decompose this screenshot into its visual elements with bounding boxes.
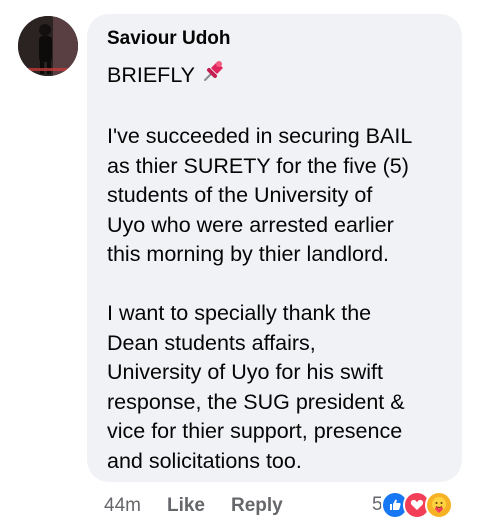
text-line: vice for thier support, presence xyxy=(107,419,403,443)
comment-paragraph-2: I want to specially thank the Dean stude… xyxy=(107,299,447,476)
care-icon xyxy=(424,491,453,519)
text-line: I've succeeded in securing BAIL xyxy=(107,124,413,148)
text-line: Uyo who were arrested earlier xyxy=(107,212,394,237)
text-line: and solicitations too. xyxy=(107,448,302,473)
comment-actions: 44m Like Reply xyxy=(104,491,283,521)
comment-timestamp[interactable]: 44m xyxy=(104,495,141,517)
text-line: I want to specially thank the xyxy=(107,301,372,325)
text-line: Dean students affairs, xyxy=(107,330,316,355)
comment-paragraph-1: I've succeeded in securing BAIL as thier… xyxy=(107,122,447,270)
comment-author[interactable]: Saviour Udoh xyxy=(107,28,231,50)
comment-text: BRIEFLY I've succeeded in securing BAIL … xyxy=(107,58,447,506)
text-line: as thier SURETY for the five (5) xyxy=(107,153,409,178)
comment-heading-line: BRIEFLY xyxy=(107,58,447,93)
text-line: University of Uyo for his swift xyxy=(107,360,383,384)
comment-heading: BRIEFLY xyxy=(107,63,196,87)
text-line: students of the University of xyxy=(107,183,373,207)
avatar[interactable] xyxy=(18,16,78,76)
text-line: response, the SUG president & xyxy=(107,389,405,414)
pushpin-icon xyxy=(201,58,227,93)
reply-button[interactable]: Reply xyxy=(231,495,283,517)
avatar-photo xyxy=(18,16,78,76)
like-button[interactable]: Like xyxy=(167,495,205,517)
comment-bubble: Saviour Udoh BRIEFLY I've succeeded in s… xyxy=(87,14,462,482)
text-line: this morning by thier landlord. xyxy=(107,242,390,266)
reaction-summary[interactable]: 5 xyxy=(372,490,453,520)
